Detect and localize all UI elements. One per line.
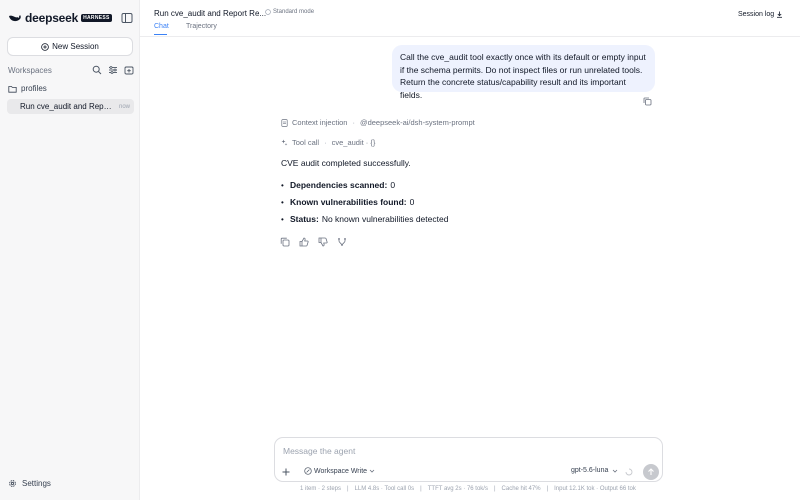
user-message-bubble: Call the cve_audit tool exactly once wit… (392, 45, 655, 100)
context-injection-value: @deepseek-ai/dsh-system-prompt (359, 118, 475, 127)
search-icon[interactable] (92, 65, 102, 75)
session-log-label: Session log (738, 10, 775, 18)
status-tokens: Input 12.1K tok · Output 66 tok (554, 486, 636, 492)
tab-trajectory[interactable]: Trajectory (186, 23, 217, 30)
profiles-label: profiles (21, 84, 47, 93)
meta-separator: · (324, 138, 327, 147)
mode-indicator: Standard mode (265, 9, 314, 15)
copy-icon[interactable] (643, 97, 652, 106)
branch-icon[interactable] (337, 236, 347, 247)
message-input[interactable] (283, 446, 643, 456)
bullet-dot: • (281, 215, 284, 224)
status-steps: 1 item · 2 steps (300, 486, 342, 492)
meta-separator: · (352, 118, 355, 127)
deepseek-whale-icon (9, 15, 21, 22)
chevron-down-icon (613, 469, 618, 473)
plus-circle-icon (41, 42, 49, 51)
folder-icon (8, 85, 17, 93)
send-button[interactable] (643, 464, 659, 480)
new-session-label: New Session (52, 42, 99, 51)
composer: Workspace Write gpt-5.6-luna (274, 437, 663, 482)
loading-spinner-icon (625, 468, 633, 476)
bullet-value: 0 (409, 197, 415, 207)
settings-label: Settings (22, 479, 51, 488)
workspace-profiles[interactable]: profiles (8, 84, 47, 93)
bullet-value: 0 (390, 180, 396, 190)
session-title: Run cve_audit and Report Re... (20, 102, 115, 111)
new-session-button[interactable]: New Session (7, 37, 133, 56)
thumbs-up-icon[interactable] (299, 236, 309, 247)
mode-label: Standard mode (273, 9, 315, 15)
filter-icon[interactable] (108, 65, 118, 75)
bullet-key: Status: (290, 214, 319, 224)
sparkle-icon (281, 139, 288, 146)
status-separator: | (546, 486, 549, 492)
sidebar: deepseek HARNESS New Session Workspaces (0, 0, 140, 500)
tool-call-row[interactable]: Tool call · cve_audit · {} (281, 138, 375, 147)
document-icon (281, 118, 288, 127)
download-icon (777, 11, 783, 18)
thumbs-down-icon[interactable] (318, 236, 328, 247)
context-injection-label: Context injection (292, 118, 348, 127)
status-separator: | (347, 486, 349, 492)
status-bar: 1 item · 2 steps | LLM 4.8s · Tool call … (300, 486, 636, 492)
brand-name: deepseek (25, 11, 79, 25)
workspaces-label: Workspaces (8, 65, 52, 75)
brand-badge: HARNESS (81, 14, 112, 22)
copy-response-icon[interactable] (280, 236, 290, 247)
response-bullets: • Dependencies scanned: 0 • Known vulner… (281, 180, 448, 231)
status-cache: Cache hit 47% (501, 486, 541, 492)
mode-icon (265, 9, 271, 15)
arrow-up-icon (648, 468, 654, 475)
model-selector[interactable]: gpt-5.6-luna (571, 467, 618, 474)
active-tab-indicator (154, 34, 167, 35)
workspaces-header: Workspaces (8, 64, 134, 76)
sidebar-toggle-icon[interactable] (121, 12, 133, 24)
bullet-dot: • (281, 181, 284, 190)
bullet-value: No known vulnerabilities detected (321, 214, 449, 224)
status-timing: LLM 4.8s · Tool call 0s (354, 486, 415, 492)
workspace-mode-label: Workspace Write (314, 467, 368, 475)
status-throughput: TTFT avg 2s · 76 tok/s (427, 486, 488, 492)
brand: deepseek HARNESS (8, 11, 112, 25)
session-log-button[interactable]: Session log (733, 7, 789, 21)
workspace-mode-selector[interactable]: Workspace Write (304, 467, 377, 475)
tool-call-label: Tool call (292, 138, 320, 147)
list-item: • Status: No known vulnerabilities detec… (281, 214, 448, 231)
new-folder-icon[interactable] (124, 65, 134, 75)
context-injection-row[interactable]: Context injection · @deepseek-ai/dsh-sys… (281, 118, 475, 127)
settings-button[interactable]: Settings (8, 479, 51, 488)
bullet-dot: • (281, 198, 284, 207)
page-title: Run cve_audit and Report Re... (154, 9, 267, 18)
gear-icon (9, 480, 16, 487)
bullet-key: Dependencies scanned: (290, 180, 388, 190)
chevron-down-icon (369, 469, 375, 473)
response-actions (280, 236, 356, 247)
session-item[interactable]: Run cve_audit and Report Re... now (7, 99, 134, 114)
tool-call-value: cve_audit · {} (331, 138, 376, 147)
header-divider (140, 36, 800, 37)
plus-icon[interactable] (281, 467, 291, 477)
model-label: gpt-5.6-luna (571, 467, 609, 474)
tab-chat[interactable]: Chat (154, 23, 169, 30)
status-separator: | (493, 486, 496, 492)
bullet-key: Known vulnerabilities found: (290, 197, 407, 207)
status-separator: | (420, 486, 422, 492)
pencil-icon (304, 467, 312, 475)
session-time: now (118, 103, 130, 110)
list-item: • Known vulnerabilities found: 0 (281, 197, 448, 214)
list-item: • Dependencies scanned: 0 (281, 180, 448, 197)
response-intro: CVE audit completed successfully. (281, 158, 411, 168)
